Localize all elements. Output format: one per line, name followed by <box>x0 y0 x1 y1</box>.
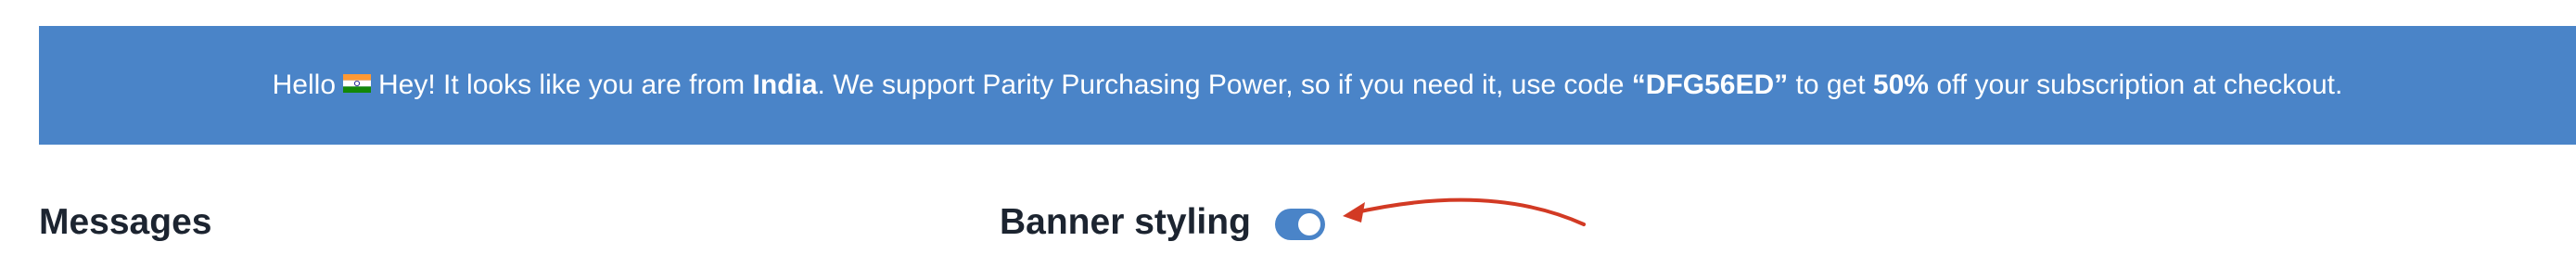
banner-text-1: Hey! It looks like you are from <box>378 70 746 100</box>
banner-text-2: . We support Parity Purchasing Power, so… <box>817 70 1625 100</box>
banner-coupon-code: “DFG56ED” <box>1631 70 1789 100</box>
banner-styling-row: Banner styling <box>1000 202 1325 243</box>
messages-heading: Messages <box>39 202 212 242</box>
banner-styling-label: Banner styling <box>1000 202 1251 242</box>
banner-discount: 50% <box>1872 70 1929 100</box>
page: Hello Hey! It looks like you are from In… <box>0 0 2576 280</box>
banner-styling-toggle[interactable] <box>1274 209 1325 240</box>
india-flag-icon <box>343 74 372 93</box>
toggle-knob <box>1297 213 1320 235</box>
banner-text-3: to get <box>1795 70 1866 100</box>
banner-country: India <box>752 70 818 100</box>
ppp-banner: Hello Hey! It looks like you are from In… <box>39 26 2576 145</box>
banner-greeting: Hello <box>272 70 337 100</box>
banner-text-4: off your subscription at checkout. <box>1936 70 2343 100</box>
red-arrow-icon <box>1343 197 1586 226</box>
